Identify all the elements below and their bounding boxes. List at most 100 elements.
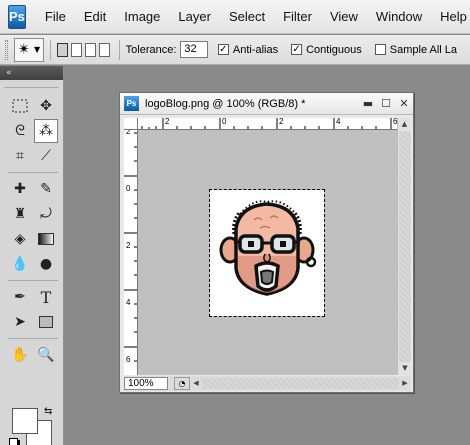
tolerance-input[interactable]: 32 — [180, 41, 208, 58]
brush-tool[interactable]: ✎ — [34, 177, 58, 201]
scroll-left-icon[interactable]: ◀ — [190, 377, 202, 390]
menu-help[interactable]: Help — [431, 9, 470, 24]
menu-edit[interactable]: Edit — [75, 9, 115, 24]
gradient-tool[interactable] — [34, 227, 58, 251]
tool-preset-picker[interactable]: ✴ ▼ — [13, 37, 45, 62]
color-swatches: ⇆ — [8, 406, 58, 445]
menu-image[interactable]: Image — [115, 9, 169, 24]
checkbox-checked-icon: ✓ — [217, 44, 229, 55]
scroll-up-icon[interactable]: ▲ — [398, 118, 411, 131]
zoom-tool[interactable]: 🔍 — [34, 343, 58, 367]
separator — [118, 39, 120, 60]
tools-panel-grip[interactable] — [4, 80, 59, 88]
marquee-icon — [12, 99, 28, 113]
menu-select[interactable]: Select — [220, 9, 274, 24]
ruler-label: 0 — [222, 118, 227, 126]
clone-stamp-tool[interactable]: ♜ — [8, 202, 32, 226]
menu-window[interactable]: Window — [367, 9, 431, 24]
zoom-icon: 🔍 — [37, 347, 55, 363]
scroll-right-icon[interactable]: ▶ — [399, 377, 411, 390]
contiguous-checkbox[interactable]: ✓ Contiguous — [291, 44, 366, 56]
vertical-ruler[interactable]: 2 0 2 4 6 — [124, 130, 138, 375]
move-tool[interactable]: ✥ — [34, 94, 58, 118]
photoshop-logo[interactable]: Ps — [8, 4, 26, 29]
horizontal-ruler[interactable]: 2 0 2 4 6 — [138, 118, 397, 130]
eraser-tool[interactable]: ◈ — [8, 227, 32, 251]
scroll-down-icon[interactable]: ▼ — [398, 362, 412, 375]
hand-icon: ✋ — [11, 347, 29, 363]
path-selection-tool[interactable]: ➤ — [8, 310, 32, 334]
bald-man-glasses-illustration — [219, 200, 317, 296]
menu-bar: Ps File Edit Image Layer Select Filter V… — [0, 0, 470, 34]
minimize-button[interactable]: ▬ — [359, 96, 377, 112]
options-bar: ✴ ▼ Tolerance: 32 ✓ Anti-alias ✓ Contigu… — [0, 35, 470, 65]
history-brush-tool[interactable]: ⤾ — [34, 202, 58, 226]
eyedropper-tool[interactable]: ⟋ — [34, 144, 58, 168]
default-colors-icon[interactable] — [9, 438, 18, 445]
crop-tool[interactable]: ⌗ — [8, 144, 32, 168]
anti-alias-label: Anti-alias — [232, 43, 279, 56]
move-icon: ✥ — [40, 98, 52, 114]
type-tool[interactable]: T — [34, 285, 58, 309]
ruler-label: 0 — [126, 184, 131, 193]
subtract-from-selection-button[interactable] — [84, 42, 96, 57]
rectangle-shape-icon — [39, 316, 53, 328]
arrow-cursor-icon: ➤ — [14, 314, 26, 330]
scroll-track[interactable] — [399, 131, 411, 362]
new-selection-button[interactable] — [56, 42, 68, 57]
tools-panel-header[interactable]: « — [0, 66, 63, 80]
horizontal-scroll-track[interactable] — [202, 378, 399, 389]
blur-tool[interactable]: 💧 — [8, 252, 32, 276]
dodge-icon: ● — [39, 256, 53, 272]
document-window: Ps logoBlog.png @ 100% (RGB/8) * ▬ ☐ ✕ 2… — [119, 92, 414, 393]
healing-brush-tool[interactable]: ✚ — [8, 177, 32, 201]
vertical-scrollbar[interactable]: ▲ ▼ — [397, 118, 411, 375]
magic-wand-icon: ⁂ — [39, 123, 53, 139]
gradient-icon — [38, 233, 54, 245]
crop-icon: ⌗ — [16, 148, 24, 164]
menu-filter[interactable]: Filter — [274, 9, 321, 24]
ruler-ticks — [124, 132, 137, 362]
foreground-color-swatch[interactable] — [12, 408, 38, 434]
intersect-selection-button[interactable] — [98, 42, 110, 57]
status-info-button[interactable]: ◔ — [174, 377, 190, 390]
eraser-icon: ◈ — [14, 231, 26, 247]
hand-tool[interactable]: ✋ — [8, 343, 32, 367]
ruler-origin[interactable] — [124, 118, 138, 130]
status-bar: 100% ◔ ◀ ▶ — [124, 376, 411, 391]
magic-wand-icon: ✴ — [17, 40, 31, 58]
document-titlebar[interactable]: Ps logoBlog.png @ 100% (RGB/8) * ▬ ☐ ✕ — [120, 93, 413, 115]
zoom-level-field[interactable]: 100% — [124, 377, 168, 390]
lasso-icon: ᘓ — [15, 123, 25, 139]
magic-wand-tool[interactable]: ⁂ — [34, 119, 58, 143]
shape-tool[interactable] — [34, 310, 58, 334]
eyedropper-icon: ⟋ — [41, 148, 51, 164]
menu-view[interactable]: View — [321, 9, 367, 24]
close-button[interactable]: ✕ — [395, 96, 413, 112]
options-grip[interactable] — [5, 39, 8, 60]
ruler-label: 6 — [126, 355, 131, 364]
sample-all-layers-checkbox[interactable]: Sample All La — [374, 43, 461, 56]
marquee-tool[interactable] — [8, 94, 32, 118]
maximize-button[interactable]: ☐ — [377, 96, 395, 112]
menu-file[interactable]: File — [36, 9, 75, 24]
anti-alias-checkbox[interactable]: ✓ Anti-alias — [217, 43, 282, 56]
ruler-label: 4 — [126, 298, 131, 307]
dodge-tool[interactable]: ● — [34, 252, 58, 276]
tools-panel: « ✥ ᘓ ⁂ ⌗ ⟋ ✚ ✎ ♜ ⤾ ◈ 💧 ● ✒ T ➤ ✋ 🔍 ⇆ — [0, 66, 64, 445]
ruler-label: 2 — [126, 241, 131, 250]
menu-layer[interactable]: Layer — [169, 9, 220, 24]
tool-grid: ✥ ᘓ ⁂ ⌗ ⟋ ✚ ✎ ♜ ⤾ ◈ 💧 ● ✒ T ➤ ✋ 🔍 — [8, 94, 60, 368]
ruler-label: 2 — [126, 130, 131, 136]
canvas-area[interactable] — [138, 130, 397, 375]
chevron-down-icon: ▼ — [34, 45, 41, 54]
sample-all-layers-label: Sample All La — [389, 43, 458, 56]
pen-tool[interactable]: ✒ — [8, 285, 32, 309]
swap-colors-icon[interactable]: ⇆ — [44, 406, 52, 417]
collapse-icon[interactable]: « — [6, 68, 12, 78]
image-canvas-selection[interactable] — [209, 189, 325, 317]
ruler-ticks — [141, 118, 392, 129]
tolerance-label: Tolerance: — [125, 43, 177, 56]
lasso-tool[interactable]: ᘓ — [8, 119, 32, 143]
add-to-selection-button[interactable] — [70, 42, 82, 57]
